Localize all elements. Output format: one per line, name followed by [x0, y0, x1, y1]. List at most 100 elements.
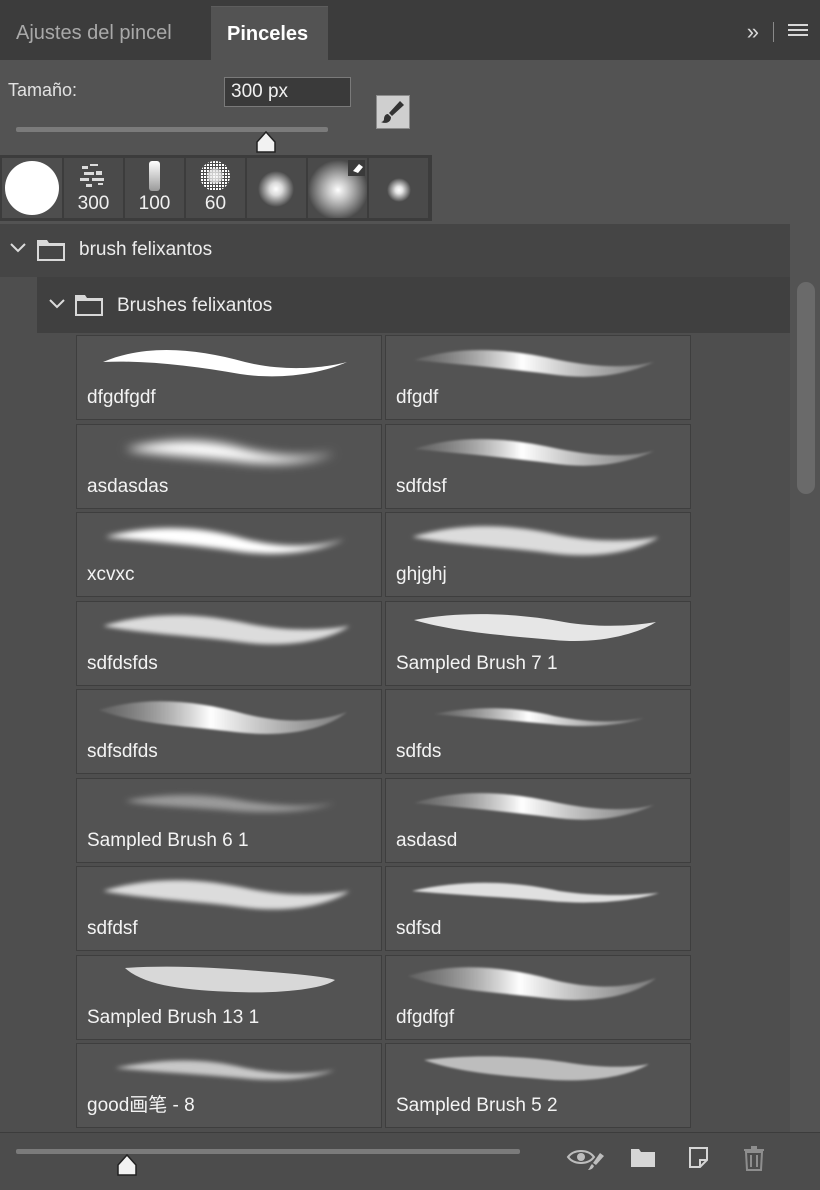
brush-stroke-shape — [125, 966, 335, 992]
brush-stroke-preview — [414, 438, 654, 466]
size-slider-track[interactable] — [16, 127, 328, 132]
brush-stroke-shape — [99, 701, 347, 734]
chalk-brush-icon — [149, 161, 160, 191]
preset-soft-round-small[interactable] — [247, 158, 306, 218]
brush-stroke-preview — [105, 528, 345, 554]
brush-group-row[interactable]: brush felixantos — [0, 224, 790, 277]
brush-list: brush felixantos Brushes felixantos dfgd… — [0, 224, 820, 1132]
brush-tile[interactable]: dfgdfgdf — [76, 335, 382, 420]
brush-name: sdfds — [396, 741, 442, 762]
bottom-toolbar — [0, 1132, 820, 1190]
preset-spatter[interactable]: 60 — [186, 158, 245, 218]
tab-brush-settings[interactable]: Ajustes del pincel — [0, 6, 210, 60]
preview-size-slider-thumb[interactable] — [116, 1153, 138, 1177]
brush-stroke-preview — [408, 966, 656, 1000]
brush-tile[interactable]: asdasdas — [76, 423, 382, 509]
brush-tile[interactable]: sdfdsf — [385, 423, 691, 509]
eraser-icon — [348, 160, 365, 176]
brush-subgroup-row[interactable]: Brushes felixantos — [37, 277, 790, 333]
soft-round-large-brush-icon — [308, 160, 367, 218]
preset-soft-round-large[interactable] — [308, 158, 367, 218]
new-group-folder-icon[interactable] — [630, 1145, 656, 1169]
preset-scatter[interactable]: 300 — [64, 158, 123, 218]
hard-round-brush-icon — [5, 161, 59, 215]
soft-round-small-brush-icon — [258, 171, 294, 207]
brush-stroke-preview — [99, 701, 347, 734]
brush-tile[interactable]: sdfsd — [385, 866, 691, 951]
brush-tile[interactable]: dfgdfgf — [385, 954, 691, 1040]
tab-brushes[interactable]: Pinceles — [211, 6, 328, 60]
panel-menu-icon[interactable] — [788, 22, 808, 43]
brush-stroke-preview — [125, 440, 335, 463]
scrollbar-thumb[interactable] — [797, 282, 815, 494]
brush-name: sdfdsf — [87, 918, 138, 939]
brush-stroke-shape — [434, 708, 644, 726]
brush-stroke-shape — [103, 880, 350, 910]
brush-tile[interactable]: Sampled Brush 13 1 — [76, 954, 382, 1040]
brush-stroke-shape — [424, 1056, 649, 1081]
brush-tile[interactable]: sdfdsf — [76, 866, 382, 951]
group-name: brush felixantos — [79, 239, 213, 260]
brush-name: Sampled Brush 13 1 — [87, 1006, 260, 1028]
subgroup-name: Brushes felixantos — [117, 295, 273, 316]
brush-tile[interactable]: dfgdf — [385, 335, 691, 420]
preset-size-number: 300 — [77, 193, 110, 214]
preset-hard-round[interactable] — [2, 158, 62, 218]
trash-icon[interactable] — [743, 1145, 765, 1171]
brush-tile[interactable]: good画笔 - 8 — [76, 1043, 382, 1128]
divider — [773, 22, 774, 42]
brush-name: dfgdfgdf — [87, 387, 156, 408]
brush-tile[interactable]: xcvxc — [76, 512, 382, 597]
soft-round-tiny-brush-icon — [387, 178, 411, 202]
chevron-down-icon[interactable] — [48, 298, 66, 310]
scatter-brush-icon — [80, 164, 104, 187]
brush-tile[interactable]: Sampled Brush 6 1 — [76, 777, 382, 863]
brush-name: sdfsdfds — [87, 741, 158, 762]
brush-stroke-preview — [103, 614, 350, 644]
brush-stroke-preview — [103, 880, 350, 910]
chevron-down-icon[interactable] — [9, 242, 27, 254]
size-input[interactable] — [224, 77, 351, 107]
brush-stroke-shape — [125, 794, 335, 812]
brush-stroke-preview — [412, 526, 659, 556]
brush-stroke-preview — [125, 794, 335, 812]
preview-size-slider-track[interactable] — [16, 1149, 520, 1154]
brush-name: Sampled Brush 6 1 — [87, 829, 249, 851]
preset-soft-round-tiny[interactable] — [369, 158, 428, 218]
folder-icon — [75, 295, 103, 316]
brush-name: asdasdas — [87, 475, 169, 497]
brush-stroke-shape — [412, 882, 659, 903]
brush-name: dfgdfgf — [396, 1006, 455, 1028]
brush-name: ghjghj — [396, 564, 447, 585]
brush-stroke-shape — [414, 438, 654, 466]
brush-name: Sampled Brush 7 1 — [396, 652, 558, 674]
brush-stroke-shape — [103, 349, 347, 377]
brush-name: sdfsd — [396, 918, 442, 939]
collapse-panel-icon[interactable]: » — [747, 19, 759, 45]
brush-stroke-preview — [412, 882, 659, 903]
brush-name: Sampled Brush 5 2 — [396, 1095, 558, 1116]
new-brush-icon[interactable] — [688, 1145, 710, 1169]
brush-tile[interactable]: Sampled Brush 5 2 — [385, 1043, 691, 1128]
brush-stroke-shape — [115, 1060, 335, 1080]
brush-tool-toggle-button[interactable] — [376, 95, 410, 129]
brush-stroke-preview — [115, 1060, 335, 1080]
folder-icon — [37, 240, 65, 261]
brush-tile[interactable]: sdfdsfds — [76, 600, 382, 686]
brush-stroke-shape — [414, 613, 656, 641]
preset-size-number: 60 — [204, 193, 227, 214]
size-slider-thumb[interactable] — [255, 130, 277, 154]
brush-tile[interactable]: sdfsdfds — [76, 689, 382, 774]
brush-name: dfgdf — [396, 387, 439, 408]
brush-tile[interactable]: Sampled Brush 7 1 — [385, 600, 691, 686]
brush-stroke-preview — [414, 350, 654, 377]
brush-stroke-shape — [125, 440, 335, 463]
brush-icon — [381, 101, 404, 123]
brush-tile[interactable]: ghjghj — [385, 512, 691, 597]
brush-tile[interactable]: asdasd — [385, 777, 691, 863]
brush-stroke-shape — [105, 528, 345, 554]
brush-stroke-shape — [414, 792, 654, 820]
brush-tile[interactable]: sdfds — [385, 689, 691, 774]
preset-chalk[interactable]: 100 — [125, 158, 184, 218]
eye-brush-icon[interactable] — [566, 1145, 606, 1173]
